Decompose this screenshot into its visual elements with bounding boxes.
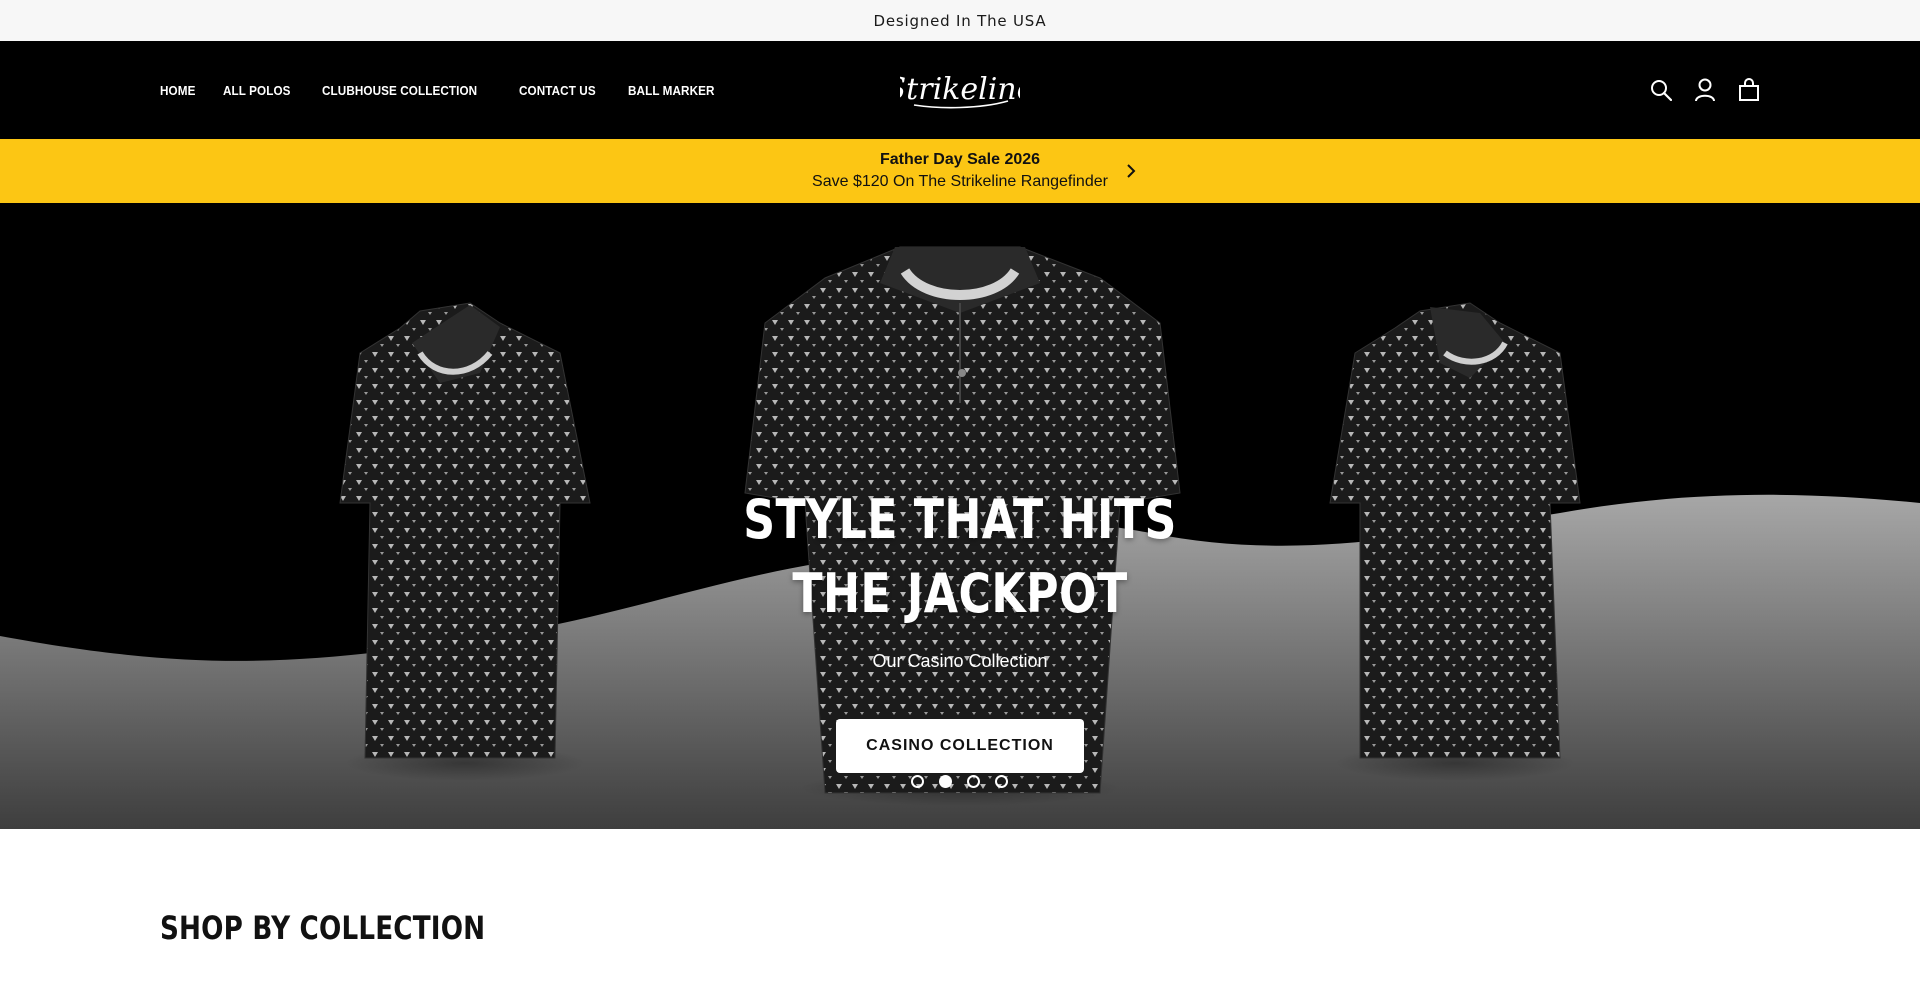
nav-all-polos[interactable]: ALL POLOS <box>223 83 291 98</box>
shop-by-collection-section: SHOP BY COLLECTION <box>0 829 1920 993</box>
chevron-right-icon[interactable] <box>1124 161 1138 181</box>
slide-dot-2[interactable] <box>939 775 952 788</box>
hero-text-block: STYLE THAT HITS THE JACKPOT Our Casino C… <box>0 483 1920 672</box>
site-header: HOME ALL POLOS CLUBHOUSE COLLECTION CONT… <box>0 41 1920 139</box>
promo-subtitle: Save $120 On The Strikeline Rangefinder <box>812 173 1108 190</box>
header-icons <box>1650 41 1760 139</box>
section-title: SHOP BY COLLECTION <box>160 909 486 947</box>
account-icon[interactable] <box>1694 78 1716 102</box>
hero-slideshow: STYLE THAT HITS THE JACKPOT Our Casino C… <box>0 203 1920 829</box>
nav-ball-marker[interactable]: BALL MARKER <box>628 83 715 98</box>
nav-home[interactable]: HOME <box>160 83 195 98</box>
announcement-bar: Designed In The USA <box>0 0 1920 41</box>
nav-clubhouse-collection[interactable]: CLUBHOUSE COLLECTION <box>322 83 477 98</box>
cart-icon[interactable] <box>1738 78 1760 102</box>
casino-collection-button[interactable]: CASINO COLLECTION <box>836 719 1084 773</box>
hero-title-line-1: STYLE THAT HITS <box>743 488 1177 551</box>
search-icon[interactable] <box>1650 78 1672 102</box>
hero-subtitle: Our Casino Collection <box>872 651 1048 671</box>
nav-contact-us[interactable]: CONTACT US <box>519 83 596 98</box>
slide-dot-4[interactable] <box>995 775 1008 788</box>
announcement-text: Designed In The USA <box>873 11 1047 30</box>
promo-title: Father Day Sale 2026 <box>879 151 1041 168</box>
slide-dot-1[interactable] <box>911 775 924 788</box>
main-nav: HOME ALL POLOS CLUBHOUSE COLLECTION CONT… <box>160 41 724 139</box>
hero-title-line-2: THE JACKPOT <box>792 562 1128 625</box>
slide-dot-3[interactable] <box>967 775 980 788</box>
slide-dots <box>911 775 1008 788</box>
brand-logo[interactable]: Strikeline <box>886 65 1034 117</box>
promo-bar[interactable]: Father Day Sale 2026 Save $120 On The St… <box>0 139 1920 203</box>
